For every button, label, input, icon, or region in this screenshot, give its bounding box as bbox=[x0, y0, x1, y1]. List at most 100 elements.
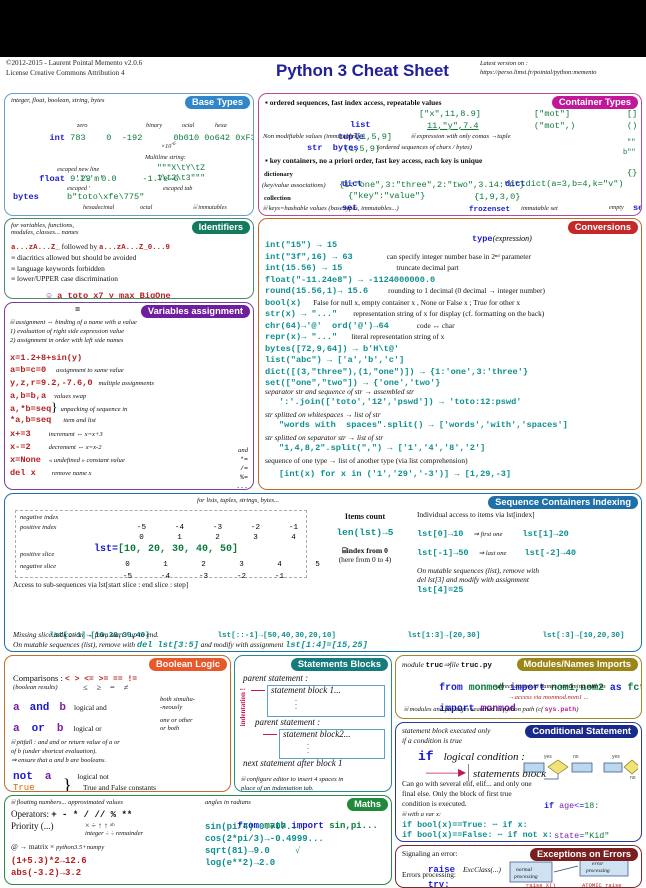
parent-statement-1: parent statement : bbox=[243, 673, 309, 683]
bool-equivalence-2: if bool(x)==False: ⇔ if not x: bbox=[402, 830, 553, 840]
search-note-c: (cf bbox=[534, 706, 545, 713]
identifiers-subtitle-2: modules, classes... names bbox=[11, 229, 79, 236]
float-approx-note: ⌸ floating numbers... approximated value… bbox=[11, 799, 123, 806]
svg-text:yes: yes bbox=[612, 754, 620, 760]
maths-tag: Maths bbox=[347, 798, 388, 811]
operators-row: Operators: + - * / // % ** bbox=[11, 809, 132, 821]
indexing-subtitle: for lists, tuples, strings, bytes... bbox=[197, 497, 280, 504]
set-empty-note: empty bbox=[609, 204, 624, 211]
pitfall-line-3: ⇒ ensure that a and b are booleans. bbox=[11, 757, 107, 764]
assignment-equals-symbol: = bbox=[75, 305, 81, 315]
conversions-rows: int("15") → 15 int("3f",16) → 63 can spec… bbox=[265, 234, 545, 388]
access-first: lst[0]→10 bbox=[417, 528, 464, 539]
negative-index-label: negative index bbox=[20, 514, 59, 521]
exception-class-placeholder: ExcClass(...) bbox=[463, 865, 501, 874]
items-count-title: Items count bbox=[344, 512, 386, 521]
comparisons-note: (boolean results) bbox=[13, 684, 58, 691]
set-example-a: {"key1","key2"} bbox=[348, 215, 425, 216]
page-title: Python 3 Cheat Sheet bbox=[276, 61, 449, 80]
conversions-tag: Conversions bbox=[567, 221, 638, 234]
or-operand-a: a bbox=[13, 723, 20, 735]
svg-text:processing: processing bbox=[585, 868, 610, 874]
pos-idx-3: 3 bbox=[253, 534, 258, 542]
op-mul-assign: *= bbox=[240, 456, 248, 463]
section-container-types: Container Types ▪ ordered sequences, fas… bbox=[258, 93, 642, 216]
from-import-note: →direct access to names, renaming with a… bbox=[491, 683, 606, 690]
identifier-rule-1: ≡ diacritics allowed but should be avoid… bbox=[11, 253, 137, 262]
section-identifiers: Identifiers for variables, functions, mo… bbox=[4, 218, 254, 299]
access-last-note: ⇒ last one bbox=[478, 549, 507, 557]
and-operand-b: b bbox=[59, 702, 67, 714]
svg-text:processing: processing bbox=[513, 874, 538, 880]
ann-immutables: ⌸ immutables bbox=[193, 204, 227, 211]
section-exceptions: Exceptions on Errors Signaling an error:… bbox=[395, 845, 642, 888]
page-header: ©2012-2015 - Laurent Pointal Memento v2.… bbox=[0, 57, 646, 93]
bool-values: True False bbox=[70, 214, 127, 215]
conditional-description: Can go with several elif, elif... and on… bbox=[402, 779, 562, 809]
credits-line-1: ©2012-2015 - Laurent Pointal Memento v2.… bbox=[6, 59, 143, 67]
split-ws-line: str splitted on whitespaces → list of st… bbox=[265, 410, 381, 419]
exceptions-tag: Exceptions on Errors bbox=[529, 848, 638, 861]
index-table: negative index positive index -5 -4 -3 -2 -1… bbox=[15, 510, 320, 581]
boolean-pitfall: ⌸ pitfall : and and or return value of a… bbox=[11, 738, 120, 765]
note-immutable: Non modifiable values (immutables) bbox=[263, 133, 359, 140]
conditional-intro: statement block executed only if a condi… bbox=[402, 726, 490, 746]
individual-access-block: Individual access to items via lst[index… bbox=[417, 510, 639, 596]
cheatsheet-page: ©2012-2015 - Laurent Pointal Memento v2.… bbox=[0, 0, 646, 888]
identifiers-subtitle-1: for variables, functions, bbox=[11, 222, 75, 229]
statement-block-2: statement block2... bbox=[283, 729, 351, 739]
section-base-types: Base Types integer, float, boolean, stri… bbox=[4, 93, 254, 216]
priority-note: integer ÷ ÷ remainder bbox=[85, 830, 144, 837]
identifier-rest-chars: a...zA...Z_0...9 bbox=[99, 244, 170, 252]
search-note-a: ⌸ modules and packages searched in bbox=[404, 706, 503, 713]
op-more: ... bbox=[236, 483, 248, 490]
import-note: →access via monmod.nom1 ... bbox=[508, 694, 589, 701]
list-empty: [] bbox=[627, 109, 638, 119]
ordered-sequences-bullet: ▪ ordered sequences, fast index access, … bbox=[265, 98, 442, 107]
math-log: log(e**2)→2.0 bbox=[205, 858, 276, 868]
boolean-logic-tag: Boolean Logic bbox=[148, 658, 227, 671]
access-last: lst[-1]→50 bbox=[417, 547, 469, 558]
ann-octal-2: octal bbox=[140, 204, 153, 211]
priority-row: Priority (...) bbox=[11, 821, 54, 832]
ann-octal: octal bbox=[182, 122, 195, 129]
ann-escaped: escaped ' bbox=[67, 185, 90, 192]
access-title: Individual access to items via lst[index… bbox=[417, 510, 535, 519]
search-note-b: python path bbox=[502, 706, 535, 713]
variables-tag: Variables assignment bbox=[140, 305, 250, 318]
identifiers-tag: Identifiers bbox=[191, 221, 250, 234]
neg-slice-4: -1 bbox=[274, 573, 285, 581]
editor-config-note: ⌸ configure editor to insert 4 spaces in… bbox=[241, 775, 343, 791]
conditional-desc-1: Can go with several elif, elif... and on… bbox=[402, 779, 532, 788]
tuple-example-c: ("mot",) bbox=[534, 121, 576, 131]
and-row: a and b logical and bbox=[13, 697, 107, 715]
section-boolean-logic: Boolean Logic Comparisons : < > <= >= ==… bbox=[4, 655, 231, 792]
errors-processing-label: Errors processing: bbox=[402, 870, 456, 879]
conditional-intro-2: if a condition is true bbox=[402, 736, 462, 745]
matrix-note-a: @ → matrix × bbox=[11, 842, 57, 851]
note-comas: ⌸ expression with only comas →tuple bbox=[411, 133, 511, 140]
negative-slice-label: negative slice bbox=[20, 563, 57, 570]
angles-radians-note: angles in radians bbox=[205, 799, 251, 806]
container-types-tag: Container Types bbox=[551, 96, 638, 109]
identifier-start-chars: a...zA...Z_ bbox=[11, 244, 60, 252]
section-statements-blocks: Statements Blocks parent statement : sta… bbox=[234, 655, 392, 792]
section-indexing: Sequence Containers Indexing for lists, … bbox=[4, 493, 642, 652]
key-containers-bullet: ▪ key containers, no a priori order, fas… bbox=[265, 156, 483, 165]
operators-label: Operators: bbox=[11, 809, 52, 819]
var-row-2-note: multiple assignments bbox=[98, 380, 155, 387]
augmented-ops: and *= /= %= ... bbox=[236, 446, 248, 490]
exception-flow-diagram: normal processing error processing raise… bbox=[509, 857, 629, 887]
pitfall-line-2: of b (under shortcut evaluation). bbox=[11, 748, 97, 755]
module-filename: truc.py bbox=[460, 662, 492, 670]
set-example-b: {1,9,3,0} bbox=[474, 192, 521, 202]
collection-label: collection bbox=[264, 195, 291, 202]
mutable-note-1: On mutable sequences (list), remove with bbox=[417, 565, 540, 575]
latest-url: https://perso.limsi.fr/pointal/python:me… bbox=[480, 68, 597, 76]
section-maths: Maths ⌸ floating numbers... approximated… bbox=[4, 795, 392, 885]
base-types-subtitle: integer, float, boolean, string, bytes bbox=[11, 97, 105, 104]
ann-hexadecimal: hexadecimal bbox=[83, 204, 115, 211]
matrix-note-b: python3.5+numpy bbox=[56, 844, 105, 851]
list-example-b: ["x",11,8.9] bbox=[419, 109, 481, 119]
latest-label: Latest version on : bbox=[480, 60, 528, 67]
